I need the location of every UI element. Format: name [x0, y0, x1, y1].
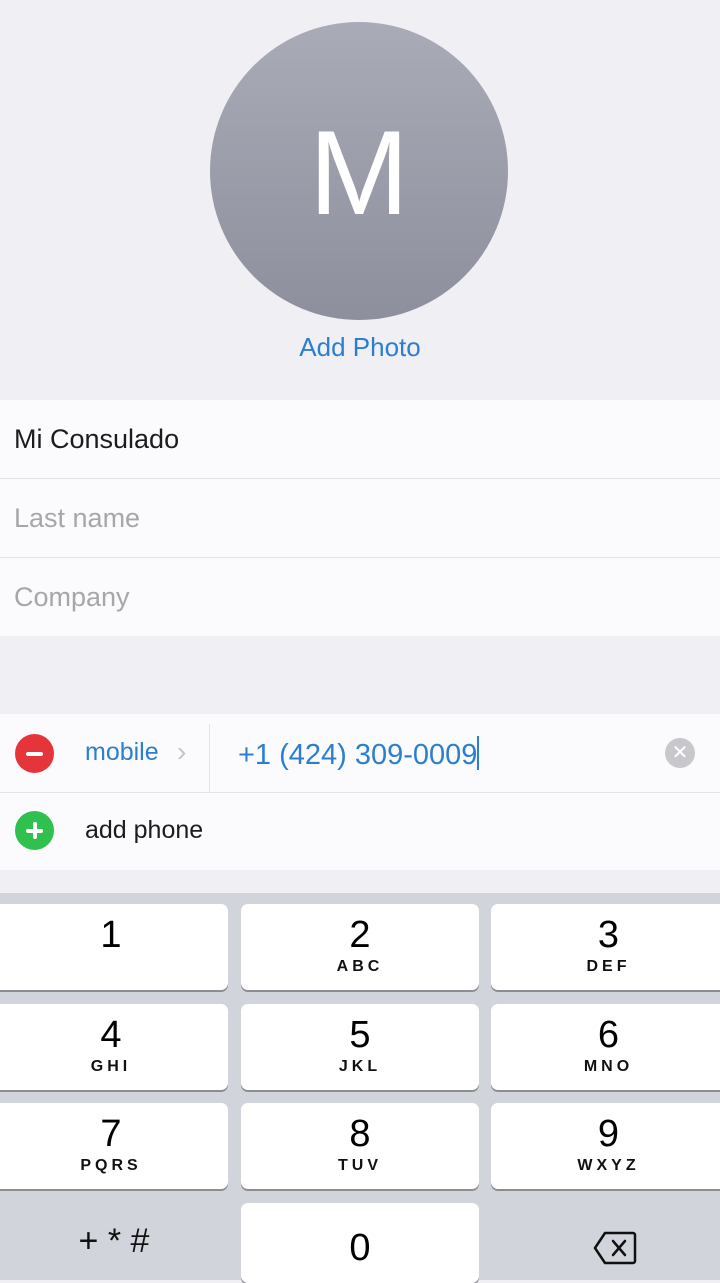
phone-keypad: 1 2 ABC 3 DEF 4 GHI 5 JKL 6 MNO 7 PQRS 8… [0, 893, 720, 1283]
key-number: 1 [100, 914, 122, 956]
add-phone-row[interactable]: add phone [0, 792, 720, 870]
key-number: 6 [597, 1014, 620, 1056]
key-letters: WXYZ [577, 1157, 640, 1174]
minus-icon [26, 751, 43, 756]
key-7[interactable]: 7 PQRS [0, 1103, 228, 1189]
phone-type-label[interactable]: mobile [85, 738, 159, 767]
key-2[interactable]: 2 ABC [241, 904, 479, 990]
plus-icon-vertical [32, 822, 37, 839]
name-fields: Mi Consulado Last name Company [0, 400, 720, 636]
key-number: 3 [597, 914, 620, 956]
key-letters: DEF [586, 958, 631, 975]
key-number: 9 [597, 1113, 620, 1155]
remove-phone-button[interactable] [15, 734, 54, 773]
add-phone-button[interactable] [15, 811, 54, 850]
key-letters: GHI [90, 1058, 132, 1075]
phone-row: mobile › +1 (424) 309-0009 ✕ [0, 714, 720, 793]
key-9[interactable]: 9 WXYZ [491, 1103, 720, 1189]
key-4[interactable]: 4 GHI [0, 1004, 228, 1090]
key-number: 4 [100, 1014, 122, 1056]
phone-number-text: +1 (424) 309-0009 [238, 739, 478, 771]
contact-avatar[interactable]: M [210, 22, 508, 320]
key-number: 7 [100, 1113, 122, 1155]
delete-key[interactable] [491, 1201, 720, 1281]
key-number: 8 [349, 1113, 371, 1155]
key-number: 5 [349, 1014, 371, 1056]
text-cursor [477, 736, 480, 770]
key-1[interactable]: 1 [0, 904, 228, 990]
symbols-label: + * # [78, 1222, 150, 1260]
key-6[interactable]: 6 MNO [491, 1004, 720, 1090]
contact-header: M Add Photo [0, 0, 720, 400]
key-8[interactable]: 8 TUV [241, 1103, 479, 1189]
key-0[interactable]: 0 [241, 1203, 479, 1283]
phone-section: mobile › +1 (424) 309-0009 ✕ add phone [0, 714, 720, 870]
key-letters: JKL [338, 1058, 382, 1075]
add-phone-label: add phone [85, 816, 204, 844]
add-photo-button[interactable]: Add Photo [0, 332, 720, 363]
key-number: 0 [349, 1227, 371, 1269]
symbols-key[interactable]: + * # [0, 1201, 228, 1281]
key-letters: PQRS [80, 1157, 142, 1174]
company-field[interactable]: Company [0, 558, 720, 636]
phone-number-input[interactable]: +1 (424) 309-0009 [238, 736, 480, 772]
key-number: 2 [349, 914, 371, 956]
key-letters: TUV [338, 1157, 382, 1174]
divider [209, 724, 210, 792]
clear-text-icon[interactable]: ✕ [665, 738, 695, 768]
chevron-right-icon[interactable]: › [177, 736, 186, 768]
key-3[interactable]: 3 DEF [491, 904, 720, 990]
key-letters: ABC [336, 958, 384, 975]
backspace-icon [593, 1231, 637, 1265]
key-5[interactable]: 5 JKL [241, 1004, 479, 1090]
key-letters: MNO [583, 1058, 634, 1075]
avatar-initial: M [309, 106, 409, 240]
last-name-field[interactable]: Last name [0, 479, 720, 558]
first-name-field[interactable]: Mi Consulado [0, 400, 720, 479]
